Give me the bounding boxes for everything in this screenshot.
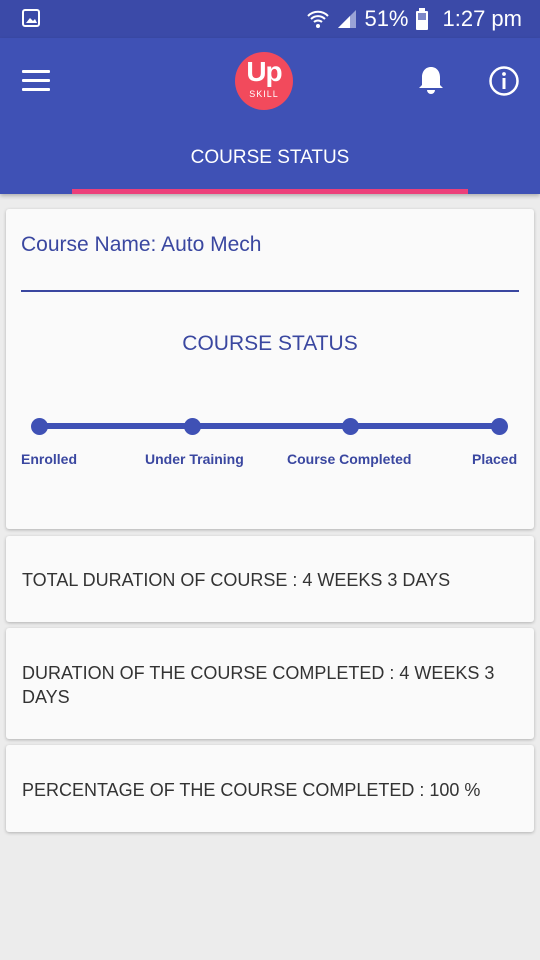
logo-skill-text: SKILL	[249, 89, 279, 99]
tab-indicator	[72, 189, 468, 194]
wifi-icon	[307, 10, 330, 28]
completed-duration-card: DURATION OF THE COURSE COMPLETED : 4 WEE…	[6, 628, 534, 739]
step-dot-enrolled	[31, 418, 48, 435]
tab-course-status[interactable]: COURSE STATUS	[72, 133, 468, 194]
divider	[21, 290, 519, 292]
clock-time: 1:27 pm	[442, 6, 523, 31]
menu-icon[interactable]	[22, 70, 50, 92]
bell-icon[interactable]	[416, 64, 446, 96]
step-label-under-training: Under Training	[145, 451, 244, 467]
battery-percent: 51%	[364, 6, 409, 31]
step-dot-placed	[491, 418, 508, 435]
step-dot-under-training	[184, 418, 201, 435]
status-bar: 51% 1:27 pm	[0, 0, 540, 38]
signal-icon	[338, 10, 357, 28]
completed-duration-text: DURATION OF THE COURSE COMPLETED : 4 WEE…	[22, 663, 495, 707]
course-name: Course Name: Auto Mech	[21, 233, 262, 256]
app-bar: Up SKILL COURSE STATUS	[0, 38, 540, 194]
percentage-card: PERCENTAGE OF THE COURSE COMPLETED : 100…	[6, 745, 534, 832]
total-duration-card: TOTAL DURATION OF COURSE : 4 WEEKS 3 DAY…	[6, 536, 534, 622]
info-icon[interactable]	[488, 65, 520, 97]
course-status-title: COURSE STATUS	[182, 332, 358, 355]
percentage-text: PERCENTAGE OF THE COURSE COMPLETED : 100…	[22, 780, 481, 800]
tab-course-status-label: COURSE STATUS	[190, 147, 350, 168]
battery-icon	[415, 8, 428, 30]
logo-up-text: Up	[246, 56, 282, 87]
gallery-icon	[22, 9, 40, 27]
step-dot-course-completed	[342, 418, 359, 435]
progress-line	[40, 423, 500, 429]
upskill-logo: Up SKILL	[235, 52, 293, 110]
course-status-card: Course Name: Auto Mech COURSE STATUS Enr…	[6, 209, 534, 529]
step-label-course-completed: Course Completed	[287, 451, 412, 467]
total-duration-text: TOTAL DURATION OF COURSE : 4 WEEKS 3 DAY…	[22, 570, 451, 590]
step-label-placed: Placed	[472, 451, 518, 467]
step-label-enrolled: Enrolled	[21, 451, 78, 467]
